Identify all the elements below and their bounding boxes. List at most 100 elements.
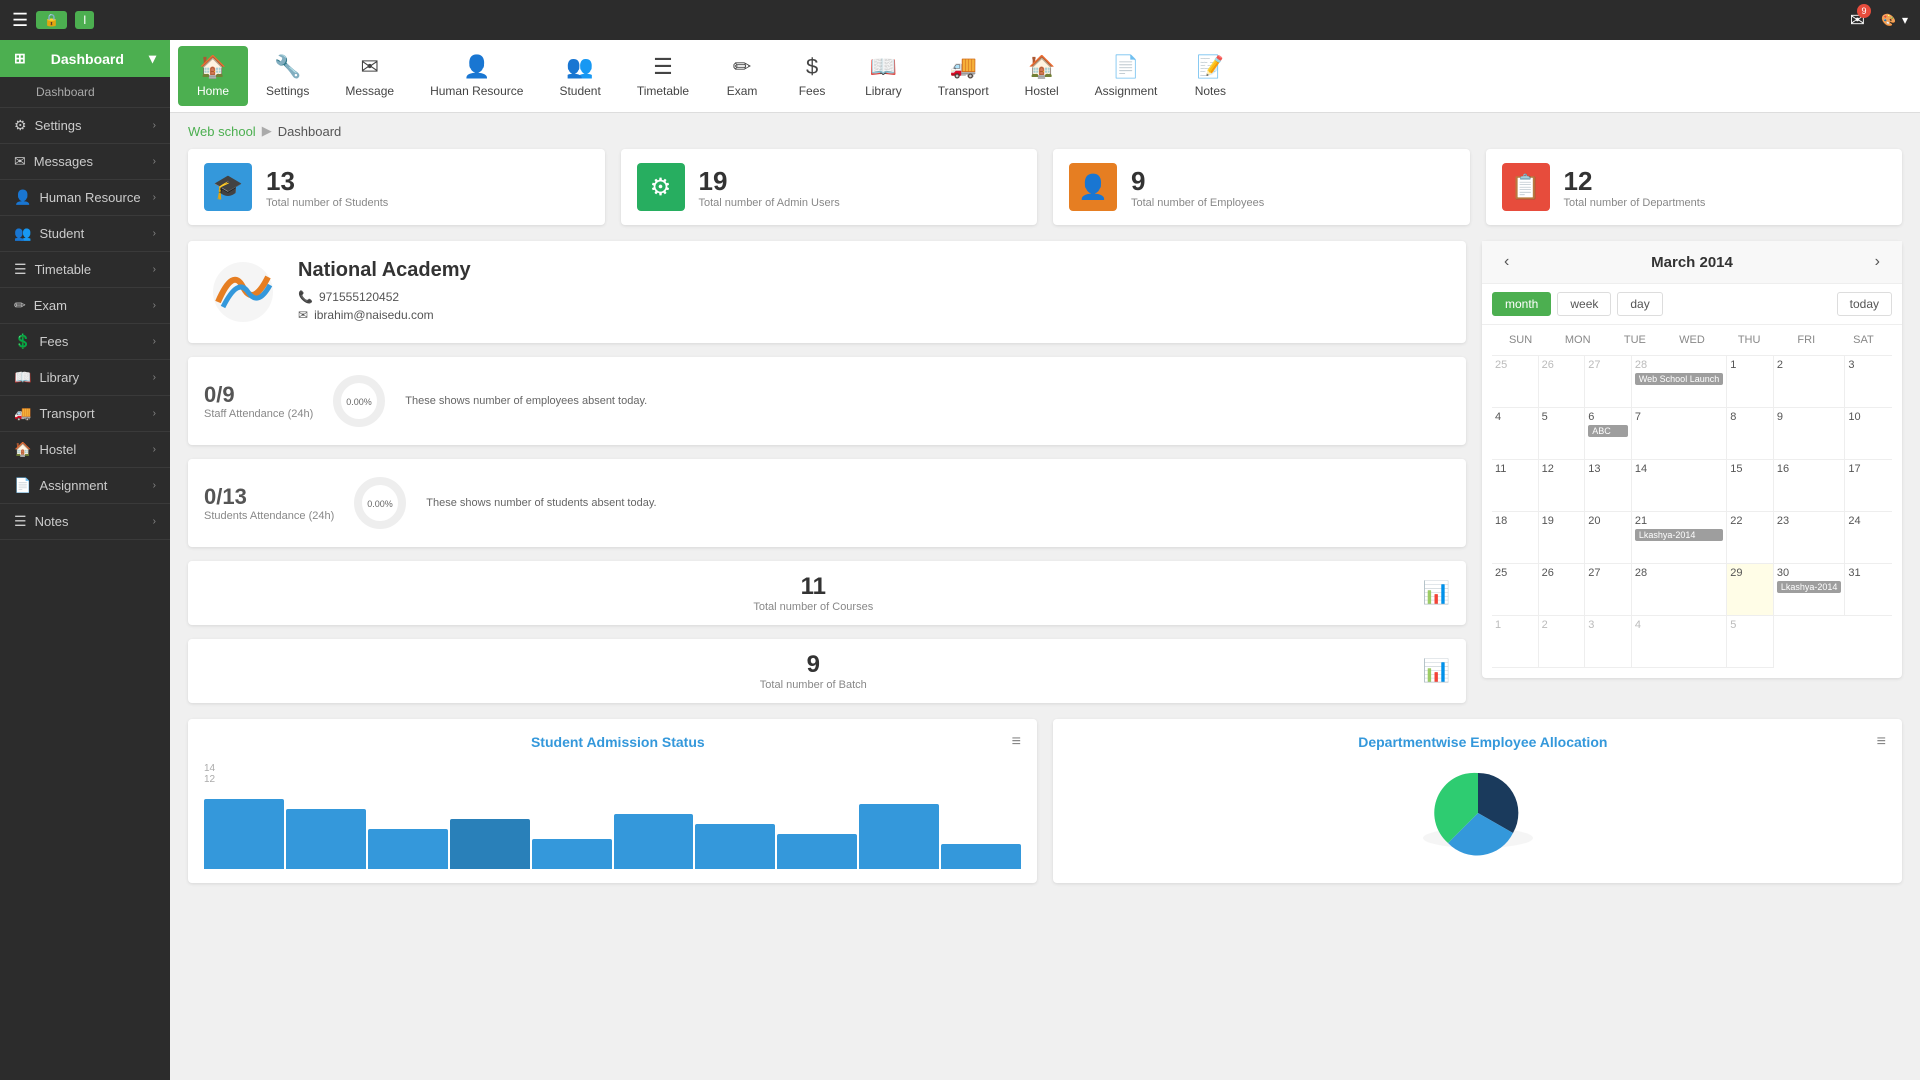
calendar-day[interactable]: 17 (1845, 460, 1892, 512)
cal-day-number: 27 (1588, 567, 1628, 579)
nav-item-transport[interactable]: 🚚 Transport (920, 46, 1007, 106)
home-nav-icon: 🏠 (199, 54, 226, 80)
calendar-event[interactable]: Lkashya-2014 (1635, 529, 1723, 541)
nav-item-assignment[interactable]: 📄 Assignment (1077, 46, 1176, 106)
sidebar-item-transport[interactable]: 🚚Transport › (0, 396, 170, 432)
calendar-day[interactable]: 1 (1492, 616, 1539, 668)
calendar-day[interactable]: 11 (1492, 460, 1539, 512)
cal-day-button[interactable]: day (1617, 292, 1662, 316)
calendar-day[interactable]: 5 (1727, 616, 1774, 668)
calendar-day[interactable]: 4 (1632, 616, 1727, 668)
cal-day-number: 23 (1777, 515, 1842, 527)
nav-label-fees: Fees (799, 84, 826, 98)
calendar-day[interactable]: 6ABC (1585, 408, 1632, 460)
calendar-day[interactable]: 29 (1727, 564, 1774, 616)
calendar-day[interactable]: 24 (1845, 512, 1892, 564)
library-icon: 📖 (14, 369, 31, 386)
calendar-day[interactable]: 12 (1539, 460, 1586, 512)
nav-item-home[interactable]: 🏠 Home (178, 46, 248, 106)
sidebar-item-timetable[interactable]: ☰Timetable › (0, 252, 170, 288)
departments-icon-box: 📋 (1502, 163, 1550, 211)
calendar-day[interactable]: 26 (1539, 356, 1586, 408)
breadcrumb-root[interactable]: Web school (188, 124, 256, 139)
nav-item-notes[interactable]: 📝 Notes (1175, 46, 1245, 106)
nav-item-exam[interactable]: ✏ Exam (707, 46, 777, 106)
calendar-day[interactable]: 14 (1632, 460, 1727, 512)
calendar-day[interactable]: 28 (1632, 564, 1727, 616)
cal-next-button[interactable]: › (1867, 251, 1888, 273)
nav-label-exam: Exam (727, 84, 758, 98)
calendar-day[interactable]: 21Lkashya-2014 (1632, 512, 1727, 564)
sidebar-item-messages[interactable]: ✉Messages › (0, 144, 170, 180)
calendar-day[interactable]: 5 (1539, 408, 1586, 460)
nav-item-student[interactable]: 👥 Student (541, 46, 618, 106)
nav-item-library[interactable]: 📖 Library (847, 46, 920, 106)
notification-icon[interactable]: ✉ 9 (1850, 10, 1865, 31)
calendar-day[interactable]: 10 (1845, 408, 1892, 460)
calendar-day[interactable]: 25 (1492, 356, 1539, 408)
calendar-day[interactable]: 9 (1774, 408, 1846, 460)
calendar-day[interactable]: 27 (1585, 356, 1632, 408)
calendar-day[interactable]: 27 (1585, 564, 1632, 616)
sidebar-item-fees[interactable]: 💲Fees › (0, 324, 170, 360)
sidebar-item-settings[interactable]: ⚙Settings › (0, 108, 170, 144)
calendar-event[interactable]: Web School Launch (1635, 373, 1723, 385)
sidebar-item-dashboard-sub[interactable]: Dashboard (0, 77, 170, 108)
calendar-day[interactable]: 23 (1774, 512, 1846, 564)
calendar-day[interactable]: 22 (1727, 512, 1774, 564)
cal-week-button[interactable]: week (1557, 292, 1611, 316)
department-chart-menu[interactable]: ≡ (1877, 733, 1886, 751)
calendar-day[interactable]: 19 (1539, 512, 1586, 564)
calendar-day[interactable]: 3 (1585, 616, 1632, 668)
department-chart-card: Departmentwise Employee Allocation ≡ (1053, 719, 1902, 883)
sidebar-item-exam[interactable]: ✏Exam › (0, 288, 170, 324)
sidebar-item-notes[interactable]: ☰Notes › (0, 504, 170, 540)
calendar-day[interactable]: 30Lkashya-2014 (1774, 564, 1846, 616)
school-phone: 971555120452 (319, 290, 399, 304)
user-avatar[interactable]: 🎨 ▾ (1881, 13, 1908, 27)
admission-chart-menu[interactable]: ≡ (1012, 733, 1021, 751)
cal-prev-button[interactable]: ‹ (1496, 251, 1517, 273)
calendar-day[interactable]: 1 (1727, 356, 1774, 408)
calendar-day[interactable]: 26 (1539, 564, 1586, 616)
sidebar-item-library[interactable]: 📖Library › (0, 360, 170, 396)
calendar-day[interactable]: 2 (1539, 616, 1586, 668)
calendar-day[interactable]: 15 (1727, 460, 1774, 512)
nav-item-settings[interactable]: 🔧 Settings (248, 46, 327, 106)
cal-day-number: 17 (1848, 463, 1889, 475)
cal-today-button[interactable]: today (1837, 292, 1892, 316)
nav-item-fees[interactable]: $ Fees (777, 46, 847, 106)
sidebar-header[interactable]: ⊞ Dashboard ▾ (0, 40, 170, 77)
hamburger-icon[interactable]: ☰ (12, 10, 28, 31)
nav-item-hostel[interactable]: 🏠 Hostel (1007, 46, 1077, 106)
sidebar-item-human-resource[interactable]: 👤Human Resource › (0, 180, 170, 216)
cal-day-number: 31 (1848, 567, 1889, 579)
calendar-day[interactable]: 4 (1492, 408, 1539, 460)
charts-row: Student Admission Status ≡ 1412 Departme… (170, 719, 1920, 899)
sidebar-item-hostel[interactable]: 🏠Hostel › (0, 432, 170, 468)
calendar-day[interactable]: 2 (1774, 356, 1846, 408)
cal-month-button[interactable]: month (1492, 292, 1551, 316)
calendar-day[interactable]: 31 (1845, 564, 1892, 616)
bar-chart-bar (368, 829, 448, 869)
calendar-day[interactable]: 7 (1632, 408, 1727, 460)
calendar-event[interactable]: ABC (1588, 425, 1628, 437)
courses-label: Total number of Courses (204, 601, 1423, 613)
cal-day-number: 10 (1848, 411, 1889, 423)
calendar-day[interactable]: 13 (1585, 460, 1632, 512)
calendar-day[interactable]: 3 (1845, 356, 1892, 408)
calendar-event[interactable]: Lkashya-2014 (1777, 581, 1842, 593)
calendar-day[interactable]: 16 (1774, 460, 1846, 512)
nav-item-timetable[interactable]: ☰ Timetable (619, 46, 707, 106)
calendar-day[interactable]: 20 (1585, 512, 1632, 564)
nav-item-hr[interactable]: 👤 Human Resource (412, 46, 541, 106)
sidebar-item-assignment[interactable]: 📄Assignment › (0, 468, 170, 504)
nav-item-message[interactable]: ✉ Message (327, 46, 412, 106)
sidebar-item-student[interactable]: 👥Student › (0, 216, 170, 252)
calendar-day[interactable]: 28Web School Launch (1632, 356, 1727, 408)
calendar-day[interactable]: 18 (1492, 512, 1539, 564)
sidebar-label-transport: Transport (39, 406, 94, 421)
calendar-day[interactable]: 8 (1727, 408, 1774, 460)
batch-metric-info: 9 Total number of Batch (204, 651, 1423, 691)
calendar-day[interactable]: 25 (1492, 564, 1539, 616)
